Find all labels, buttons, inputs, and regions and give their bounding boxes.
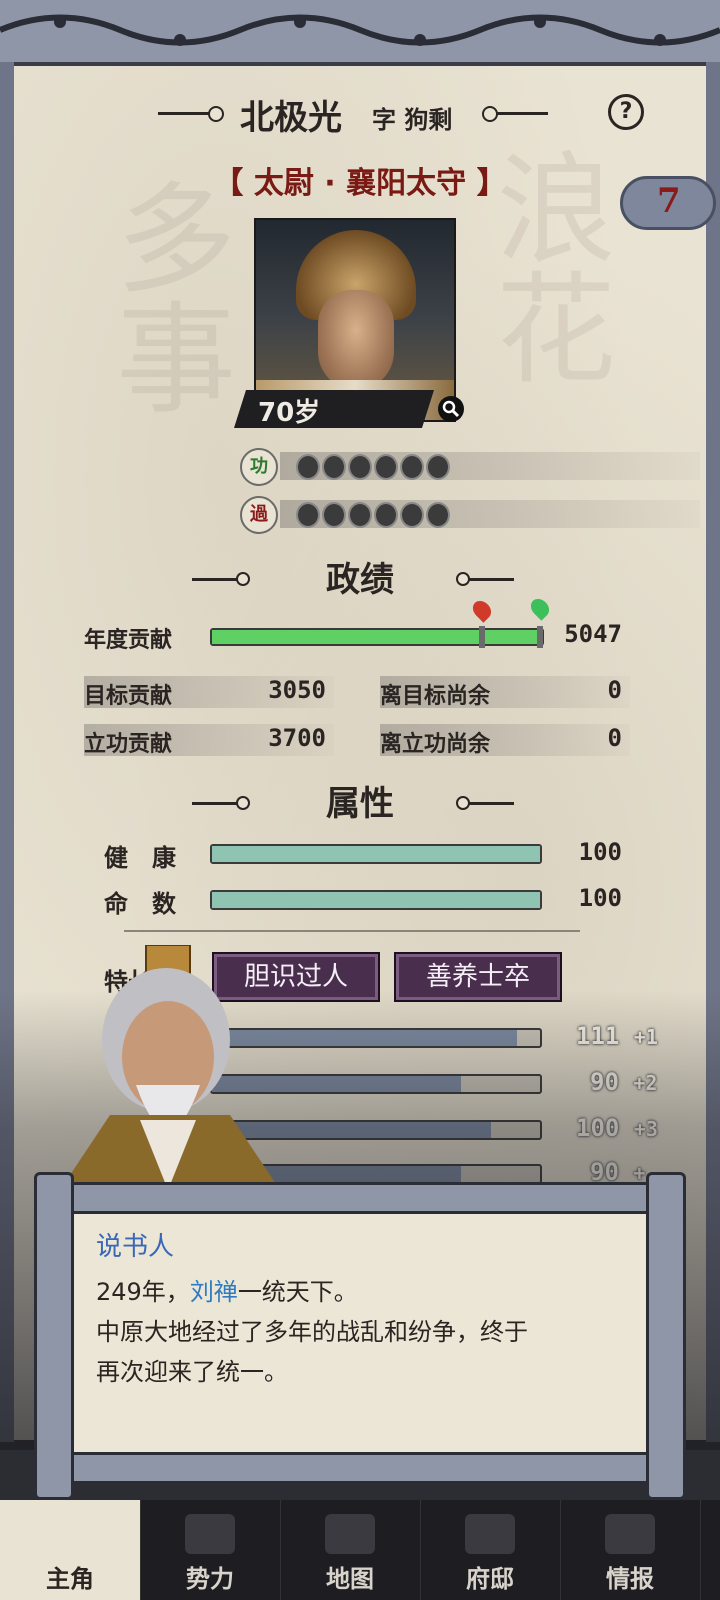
health-bar: [210, 844, 542, 864]
merit-tick: [537, 626, 543, 648]
nav-tab-protagonist[interactable]: 主角: [0, 1500, 141, 1600]
merit-contribution-label: 立功贡献: [84, 732, 173, 757]
nav-tab-faction[interactable]: 势力: [140, 1500, 281, 1600]
faction-icon: [185, 1514, 235, 1554]
nav-tab-mansion[interactable]: 府邸: [420, 1500, 561, 1600]
nav-tab-intel[interactable]: 情报: [560, 1500, 701, 1600]
mansion-icon: [465, 1514, 515, 1554]
header-ornament-left: [158, 106, 224, 122]
annual-contribution-label: 年度贡献: [84, 628, 173, 653]
header-ornament-right: [482, 106, 548, 122]
merit-icon: 功: [240, 448, 278, 486]
performance-heading: 政绩: [326, 560, 394, 600]
official-titles: 【 太尉 · 襄阳太守 】: [213, 166, 507, 201]
courtesy-prefix: 字: [372, 106, 396, 134]
merit-contribution-value: 3700: [268, 724, 326, 752]
help-icon[interactable]: ?: [608, 94, 644, 130]
health-value: 100: [578, 838, 622, 866]
drop-icon: [348, 502, 372, 528]
target-contribution-label: 目标贡献: [84, 684, 173, 709]
scroll-rod-left: [34, 1172, 74, 1500]
dialog-line-2: 中原大地经过了多年的战乱和纷争，终于: [96, 1318, 528, 1346]
attributes-heading: 属性: [326, 784, 394, 824]
annual-contribution-fill: [212, 630, 542, 644]
notification-cloud-badge[interactable]: 7: [620, 176, 716, 230]
target-remaining-value: 0: [607, 676, 622, 704]
target-tick: [479, 626, 485, 648]
storyteller-portrait: [40, 944, 280, 1190]
background-calligraphy: 多事: [95, 176, 234, 416]
drop-icon: [296, 454, 320, 480]
scroll-top-bar: [54, 1182, 672, 1214]
annual-contribution-bar: [210, 628, 544, 646]
fate-bar: [210, 890, 542, 910]
target-remaining-label: 离目标尚余: [380, 684, 491, 709]
top-ornamental-border: [0, 0, 720, 66]
annual-contribution-value: 5047: [564, 620, 622, 648]
badge-count: 7: [657, 181, 681, 221]
scroll-bottom-bar: [54, 1452, 672, 1484]
drop-icon: [348, 454, 372, 480]
fate-value: 100: [578, 884, 622, 912]
target-contribution-value: 3050: [268, 676, 326, 704]
intel-icon: [605, 1514, 655, 1554]
nav-tab-map[interactable]: 地图: [280, 1500, 421, 1600]
age-label: 70岁: [258, 398, 321, 428]
map-icon: [325, 1514, 375, 1554]
courtesy-name: 字 狗剩: [372, 100, 452, 135]
merit-remaining-value: 0: [607, 724, 622, 752]
drop-icon: [426, 454, 450, 480]
face: [318, 290, 394, 390]
merit-remaining-label: 离立功尚余: [380, 732, 491, 757]
drop-icon: [374, 454, 398, 480]
dialog-line-3: 再次迎来了统一。: [96, 1358, 288, 1386]
drop-icon: [296, 502, 320, 528]
drop-icon: [322, 454, 346, 480]
floral-pattern-icon: [0, 14, 720, 46]
drop-icon: [400, 502, 424, 528]
health-fill: [212, 846, 540, 862]
fate-label: 命 数: [104, 890, 176, 918]
character-name: 北极光: [240, 98, 342, 138]
bottom-navigation: 主角 势力 地图 府邸 情报: [0, 1500, 720, 1600]
drop-icon: [400, 454, 424, 480]
scroll-rod-right: [646, 1172, 686, 1500]
fault-icon: 過: [240, 496, 278, 534]
speaker-name: 说书人: [96, 1232, 175, 1262]
dialog-line-1: 249年，刘禅一统天下。: [96, 1278, 358, 1306]
highlighted-name: 刘禅: [189, 1278, 238, 1306]
drop-icon: [374, 502, 398, 528]
courtesy-value: 狗剩: [404, 106, 453, 134]
section-divider: [124, 930, 580, 932]
fate-fill: [212, 892, 540, 908]
health-label: 健 康: [104, 844, 176, 872]
drop-icon: [322, 502, 346, 528]
drop-icon: [426, 502, 450, 528]
zoom-magnifier-icon[interactable]: [438, 396, 464, 422]
